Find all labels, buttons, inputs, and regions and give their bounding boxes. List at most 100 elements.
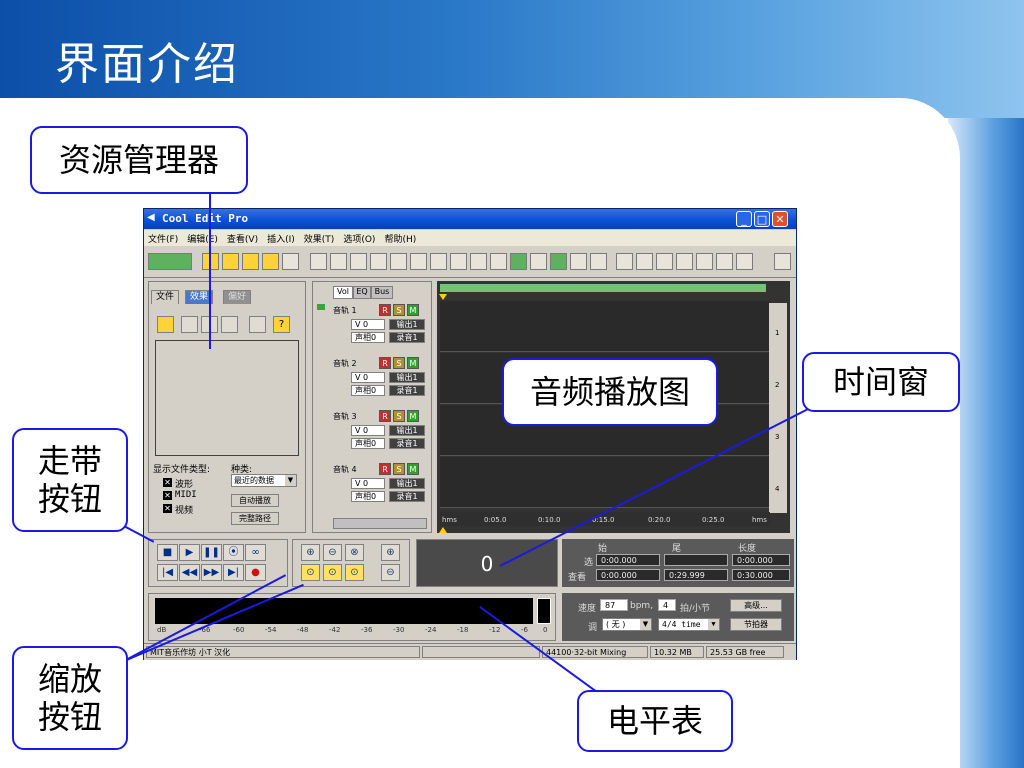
key-select[interactable]: ( 无 ) ▼ [602,618,652,631]
envelope-button[interactable] [510,253,527,270]
lock-button[interactable] [550,253,567,270]
checkbox-midi[interactable]: ✕ [163,491,172,500]
auto-play-button[interactable]: 自动播放 [231,494,279,507]
zoom-out-icon[interactable]: ⊖ [323,544,342,561]
align-button[interactable] [470,253,487,270]
checkbox-video[interactable]: ✕ [163,504,172,513]
record-input-button[interactable]: 录音1 [389,491,425,502]
go-to-start-button[interactable]: |◀ [157,564,178,581]
solo-button[interactable]: S [393,463,405,475]
selection-start-field[interactable]: 0:00.000 [596,554,660,566]
pause-button[interactable]: ❚❚ [201,544,222,561]
shuffle-button[interactable] [590,253,607,270]
beats-field[interactable]: 4 [658,599,676,611]
tab-preferences[interactable]: 偏好 [223,290,252,304]
stop-button[interactable]: ■ [157,544,178,561]
playhead-bottom-marker[interactable] [439,527,447,533]
maximize-button[interactable]: □ [754,211,770,227]
cue-button[interactable] [716,253,733,270]
time-signature-select[interactable]: 4/4 time ▼ [658,618,720,631]
pan-field[interactable]: 声相0 [351,491,385,502]
tab-files[interactable]: 文件 [151,290,180,304]
close-file-icon[interactable] [181,316,198,333]
play-to-end-button[interactable]: ⦿ [223,544,244,561]
eq-button[interactable] [656,253,673,270]
output-button[interactable]: 输出1 [389,478,425,489]
peak-indicator[interactable] [537,598,551,624]
speed-field[interactable]: 87 [600,599,628,611]
mute-track-button[interactable]: M [407,357,419,369]
save-all-button[interactable] [282,253,299,270]
view-start-field[interactable]: 0:00.000 [596,569,660,581]
solo-button[interactable]: S [393,304,405,316]
mix-paste-button[interactable] [390,253,407,270]
copy-button[interactable] [350,253,367,270]
record-input-button[interactable]: 录音1 [389,438,425,449]
zoom-selection-icon[interactable]: ⊙ [345,564,364,581]
volume-field[interactable]: V 0 [351,425,385,436]
pan-field[interactable]: 声相0 [351,332,385,343]
menu-view[interactable]: 查看(V) [223,230,263,245]
solo-button[interactable]: S [393,357,405,369]
volume-field[interactable]: V 0 [351,478,385,489]
solo-button[interactable]: S [393,410,405,422]
pan-field[interactable]: 声相0 [351,385,385,396]
volume-field[interactable]: V 0 [351,319,385,330]
mute-track-button[interactable]: M [407,463,419,475]
split-button[interactable] [570,253,587,270]
checkbox-wave[interactable]: ✕ [163,478,172,487]
extra-tool-button[interactable] [774,253,791,270]
settings-icon[interactable] [249,316,266,333]
record-button[interactable]: ● [245,564,266,581]
view-length-field[interactable]: 0:30.000 [732,569,790,581]
cut-button[interactable] [330,253,347,270]
output-button[interactable]: 输出1 [389,372,425,383]
loop-play-button[interactable]: ∞ [245,544,266,561]
record-input-button[interactable]: 录音1 [389,332,425,343]
close-button[interactable]: ✕ [772,211,788,227]
selection-length-field[interactable]: 0:00.000 [732,554,790,566]
waveform-track[interactable] [440,457,770,508]
tab-vol[interactable]: Vol [333,286,353,299]
snap-button[interactable] [530,253,547,270]
bpm-button[interactable] [696,253,713,270]
full-path-button[interactable]: 完整路径 [231,512,279,525]
open-folder-icon[interactable] [157,316,174,333]
marker-button[interactable] [736,253,753,270]
group-button[interactable] [450,253,467,270]
undo-button[interactable] [310,253,327,270]
zoom-in-vertical-icon[interactable]: ⊕ [381,544,400,561]
file-list[interactable] [155,340,299,456]
waveform-track[interactable] [440,301,770,352]
record-arm-button[interactable]: R [379,410,391,422]
zoom-in-icon[interactable]: ⊕ [301,544,320,561]
menu-options[interactable]: 选项(O) [339,230,380,245]
advanced-button[interactable]: 高级... [730,599,782,612]
fx-button[interactable] [676,253,693,270]
edit-icon[interactable] [221,316,238,333]
mute-button[interactable] [430,253,447,270]
help-icon[interactable]: ? [273,316,290,333]
zoom-out-vertical-icon[interactable]: ⊖ [381,564,400,581]
zoom-full-icon[interactable]: ⊗ [345,544,364,561]
output-button[interactable]: 输出1 [389,319,425,330]
menu-effects[interactable]: 效果(T) [300,230,340,245]
metronome-button[interactable]: 节拍器 [730,618,782,631]
menu-help[interactable]: 帮助(H) [380,230,421,245]
output-button[interactable]: 输出1 [389,425,425,436]
menu-edit[interactable]: 编辑(E) [183,230,223,245]
menu-file[interactable]: 文件(F) [144,230,183,245]
record-arm-button[interactable]: R [379,357,391,369]
mute-track-button[interactable]: M [407,304,419,316]
rewind-button[interactable]: ◀◀ [179,564,200,581]
window-titlebar[interactable]: ◀ Cool Edit Pro _ □ ✕ [144,209,796,229]
zoom-to-right-icon[interactable]: ⊙ [323,564,342,581]
open-append-button[interactable] [242,253,259,270]
open-file-button[interactable] [222,253,239,270]
mute-track-button[interactable]: M [407,410,419,422]
mixer-scrollbar[interactable] [333,518,427,529]
loop-button[interactable] [490,253,507,270]
minimize-button[interactable]: _ [736,211,752,227]
menu-insert[interactable]: 插入(I) [263,230,300,245]
paste-button[interactable] [370,253,387,270]
